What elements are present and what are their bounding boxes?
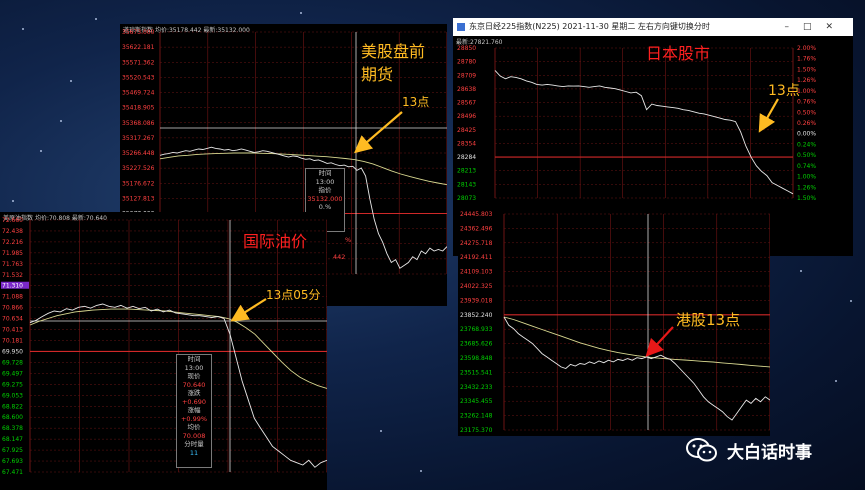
y-tick-label: 35317.267 bbox=[122, 135, 155, 142]
y-tick-label: 72.216 bbox=[2, 239, 23, 246]
us-futures-stray-value: 442 bbox=[333, 253, 346, 261]
y-tick-label: 28354 bbox=[457, 140, 476, 147]
y-tick-label: 23768.933 bbox=[460, 326, 493, 333]
y-tick-label: 71.763 bbox=[2, 261, 23, 268]
y-tick-label: 35418.905 bbox=[122, 105, 155, 112]
y-tick-right-label: 1.50% bbox=[797, 66, 816, 73]
y-tick-label: 68.378 bbox=[2, 425, 23, 432]
y-tick-right-label: 0.24% bbox=[797, 141, 816, 148]
y-tick-label: 67.693 bbox=[2, 458, 23, 465]
y-tick-right-label: 0.50% bbox=[797, 109, 816, 116]
y-tick-right-label: 1.26% bbox=[797, 184, 816, 191]
y-tick-label: 28850 bbox=[457, 45, 476, 52]
oil-info-box: 时间 13:00 现价 70.640 涨跌 +0.690 涨幅 +0.99% 均… bbox=[176, 354, 212, 468]
y-tick-label: 35227.526 bbox=[122, 165, 155, 172]
y-tick-label: 35571.362 bbox=[122, 59, 155, 66]
y-tick-label: 24362.496 bbox=[460, 225, 493, 232]
y-tick-label: 35266.448 bbox=[122, 150, 155, 157]
oil-title-label: 国际油价 bbox=[243, 232, 308, 251]
y-tick-label: 28709 bbox=[457, 72, 476, 79]
y-tick-label: 23939.018 bbox=[460, 297, 493, 304]
y-tick-label: 35469.724 bbox=[122, 90, 155, 97]
y-tick-label: 71.532 bbox=[2, 272, 23, 279]
y-tick-right-label: 1.76% bbox=[797, 56, 816, 63]
y-tick-label: 69.728 bbox=[2, 359, 23, 366]
y-tick-label: 70.866 bbox=[2, 305, 23, 312]
y-tick-label: 28143 bbox=[457, 181, 476, 188]
price-line bbox=[503, 316, 770, 421]
nikkei-marker-label: 13点 bbox=[768, 83, 800, 99]
y-tick-label: 68.600 bbox=[2, 414, 23, 421]
y-tick-label: 70.181 bbox=[2, 338, 23, 345]
y-tick-label: 72.660 bbox=[2, 217, 23, 224]
y-tick-right-label: 0.26% bbox=[797, 120, 816, 127]
nikkei-title-label: 日本股市 bbox=[646, 44, 711, 63]
watermark-logo: 大白话时事 bbox=[685, 436, 812, 464]
y-tick-label: 68.822 bbox=[2, 403, 23, 410]
y-tick-right-label: 0.00% bbox=[797, 131, 816, 138]
y-tick-right-label: 1.00% bbox=[797, 174, 816, 181]
y-tick-label: 24022.325 bbox=[460, 283, 493, 290]
y-tick-label: 69.497 bbox=[2, 370, 23, 377]
y-tick-label: 23515.541 bbox=[460, 369, 493, 376]
wechat-icon bbox=[686, 438, 717, 462]
y-tick-label: 69.053 bbox=[2, 392, 23, 399]
y-tick-right-label: 0.74% bbox=[797, 163, 816, 170]
y-tick-label: 28567 bbox=[457, 100, 476, 107]
y-tick-label: 69.950 bbox=[2, 348, 23, 355]
y-tick-label: 35673.000 bbox=[122, 29, 155, 36]
y-tick-label: 67.925 bbox=[2, 447, 23, 454]
us-futures-marker-label: 13点 bbox=[402, 95, 430, 109]
y-tick-label: 28073 bbox=[457, 195, 476, 202]
y-tick-label: 28213 bbox=[457, 168, 476, 175]
us-futures-title-label: 美股盘前 期货 bbox=[361, 42, 426, 84]
y-tick-label: 71.985 bbox=[2, 250, 23, 257]
y-tick-label: 35127.813 bbox=[122, 195, 155, 202]
y-tick-label: 23598.848 bbox=[460, 355, 493, 362]
y-tick-label: 28638 bbox=[457, 86, 476, 93]
y-tick-label: 28425 bbox=[457, 127, 476, 134]
y-tick-label: 71.088 bbox=[2, 294, 23, 301]
y-tick-label: 23345.455 bbox=[460, 398, 493, 405]
y-tick-label: 70.413 bbox=[2, 327, 23, 334]
y-tick-right-label: 0.76% bbox=[797, 99, 816, 106]
y-tick-label: 24445.803 bbox=[460, 211, 493, 218]
watermark-text: 大白话时事 bbox=[727, 442, 812, 463]
y-tick-label: 24275.718 bbox=[460, 240, 493, 247]
y-tick-label: 28780 bbox=[457, 59, 476, 66]
y-tick-label: 23175.370 bbox=[460, 427, 493, 434]
y-tick-right-label: 1.00% bbox=[797, 88, 816, 95]
y-tick-label: 35176.672 bbox=[122, 180, 155, 187]
y-tick-label: 23432.233 bbox=[460, 384, 493, 391]
y-tick-label: 35622.181 bbox=[122, 44, 155, 51]
y-tick-label: 35368.086 bbox=[122, 120, 155, 127]
y-tick-label: 71.310 bbox=[2, 283, 23, 290]
oil-plot: 72.660 72.438 72.216 71.985 71.763 71.532 71.3… bbox=[1, 217, 327, 476]
y-tick-label: 23852.240 bbox=[460, 312, 493, 319]
y-tick-label: 69.275 bbox=[2, 381, 23, 388]
y-tick-label: 67.471 bbox=[2, 469, 23, 476]
y-tick-label: 24192.411 bbox=[460, 254, 493, 261]
y-tick-right-label: 0.50% bbox=[797, 152, 816, 159]
us-futures-stray-pct: % bbox=[345, 236, 352, 244]
y-tick-label: 28284 bbox=[457, 154, 476, 161]
y-tick-right-label: 2.00% bbox=[797, 45, 816, 52]
y-tick-label: 24109.103 bbox=[460, 269, 493, 276]
y-tick-label: 68.147 bbox=[2, 436, 23, 443]
y-tick-label: 23685.626 bbox=[460, 341, 493, 348]
y-tick-label: 72.438 bbox=[2, 228, 23, 235]
y-tick-label: 35520.543 bbox=[122, 74, 155, 81]
y-tick-label: 23262.148 bbox=[460, 413, 493, 420]
y-tick-right-label: 1.26% bbox=[797, 77, 816, 84]
y-tick-label: 70.634 bbox=[2, 316, 23, 323]
y-tick-right-label: 1.50% bbox=[797, 195, 816, 202]
oil-chart-panel: 美原油指数 均价:70.808 最新:70.640 72.660 72.438 72… bbox=[0, 212, 327, 490]
y-tick-label: 28496 bbox=[457, 113, 476, 120]
oil-marker-label: 13点05分 bbox=[266, 288, 321, 302]
hk-marker-label: 港股13点 bbox=[676, 311, 741, 329]
